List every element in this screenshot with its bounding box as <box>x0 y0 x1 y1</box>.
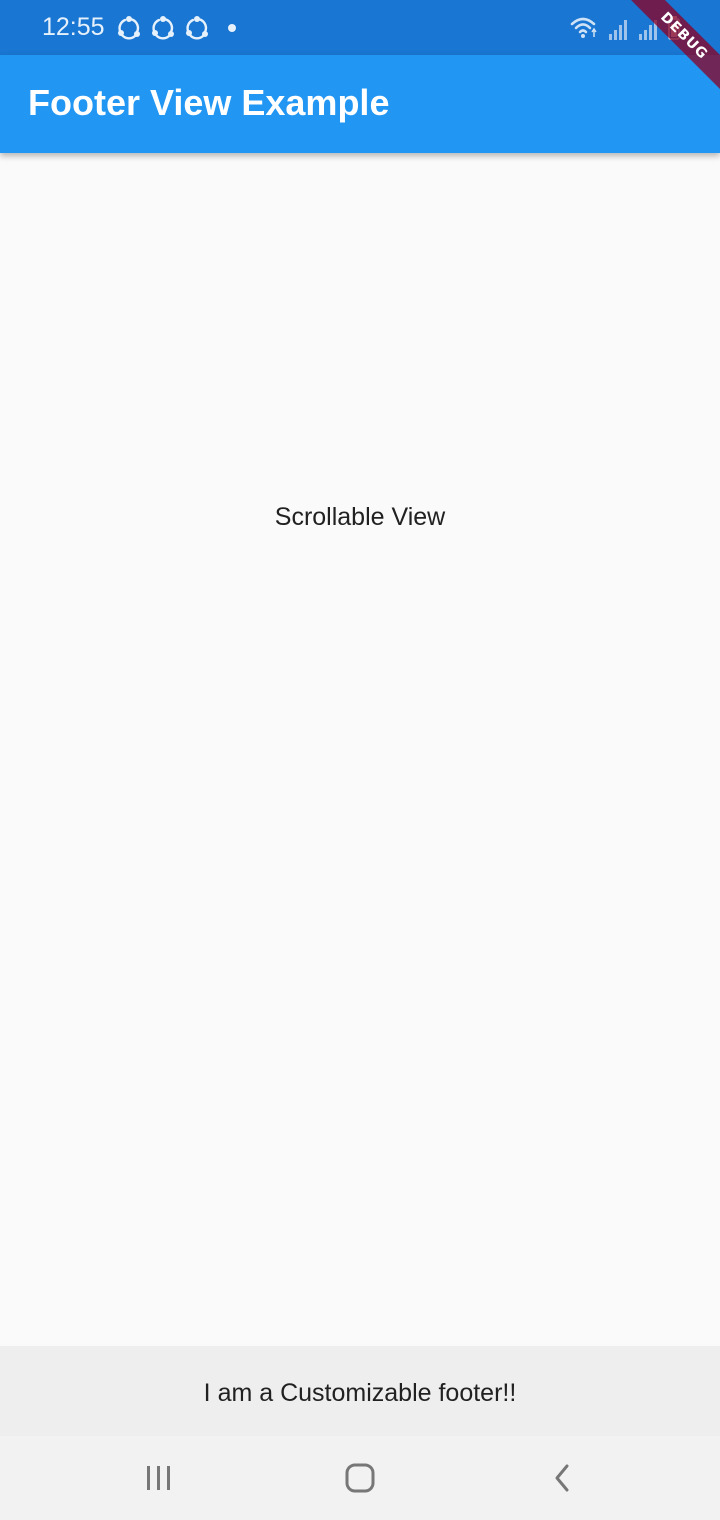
scrollable-view-label: Scrollable View <box>274 503 446 531</box>
system-status-icons <box>570 14 680 40</box>
notification-icons <box>116 13 236 43</box>
home-icon <box>344 1462 376 1494</box>
footer-label: I am a Customizable footer!! <box>203 1379 517 1407</box>
recents-icon <box>144 1464 174 1492</box>
sync-icon <box>116 15 142 41</box>
page-title: Footer View Example <box>28 82 390 123</box>
app-screen: 12:55 DEBUG Footer View Example Scrollab… <box>0 0 720 1520</box>
wifi-icon <box>570 16 598 40</box>
battery-icon <box>668 16 680 40</box>
status-bar: 12:55 <box>0 0 720 55</box>
signal-icon <box>638 18 658 40</box>
navigation-bar <box>0 1436 720 1520</box>
sync-icon <box>150 15 176 41</box>
scrollable-view[interactable]: Scrollable View <box>0 153 720 1346</box>
signal-icon <box>608 18 628 40</box>
notification-dot-icon <box>228 24 236 32</box>
app-bar: Footer View Example <box>0 55 720 153</box>
recents-button[interactable] <box>137 1458 181 1498</box>
footer: I am a Customizable footer!! <box>0 1346 720 1436</box>
home-button[interactable] <box>338 1458 382 1498</box>
back-button[interactable] <box>540 1458 584 1498</box>
back-icon <box>550 1463 574 1493</box>
status-time: 12:55 <box>42 13 105 41</box>
sync-icon <box>184 15 210 41</box>
